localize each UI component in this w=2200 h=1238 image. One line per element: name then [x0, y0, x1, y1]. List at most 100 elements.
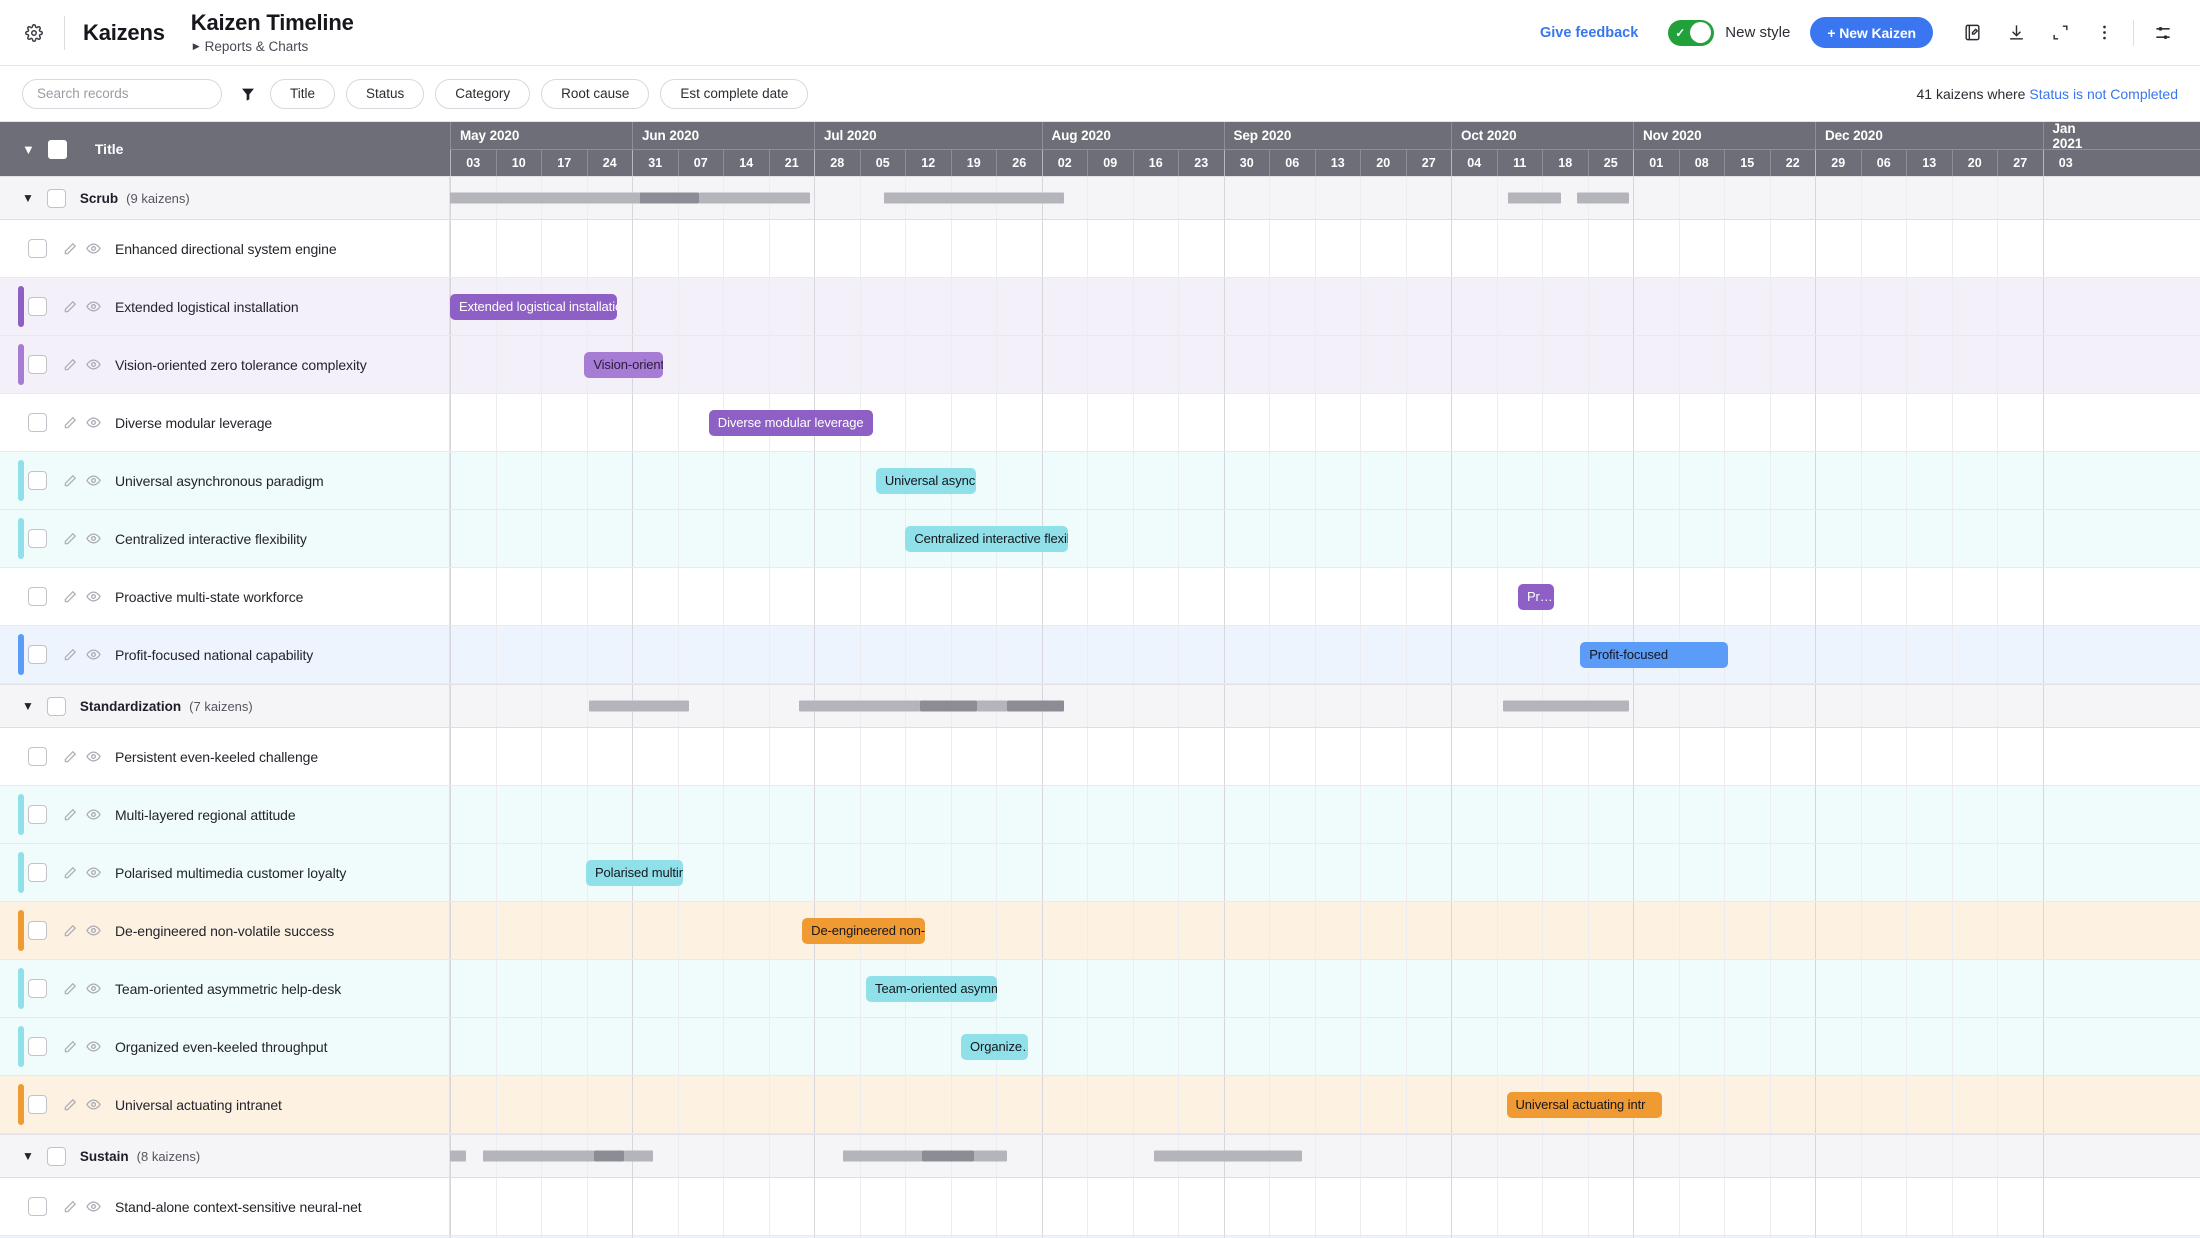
- edit-pencil-icon[interactable]: [63, 648, 77, 662]
- edit-pencil-icon[interactable]: [63, 532, 77, 546]
- preview-eye-icon[interactable]: [86, 1199, 101, 1214]
- task-select-checkbox[interactable]: [28, 239, 47, 258]
- group-collapse-caret-icon[interactable]: ▼: [22, 1149, 34, 1163]
- preview-eye-icon[interactable]: [86, 647, 101, 662]
- gantt-task-row[interactable]: Profit-focused national capability Profit…: [0, 626, 2200, 684]
- gantt-task-row[interactable]: De-engineered non-volatile success De-eng…: [0, 902, 2200, 960]
- search-input[interactable]: [37, 86, 214, 101]
- gantt-task-row[interactable]: Universal asynchronous paradigm Universal…: [0, 452, 2200, 510]
- new-kaizen-button[interactable]: + New Kaizen: [1810, 17, 1933, 48]
- gantt-bar[interactable]: Universal asynch…: [875, 467, 976, 494]
- edit-pencil-icon[interactable]: [63, 750, 77, 764]
- edit-pencil-icon[interactable]: [63, 1040, 77, 1054]
- expand-button[interactable]: [2045, 18, 2075, 48]
- gantt-group-row[interactable]: ▼ Sustain (8 kaizens): [0, 1134, 2200, 1178]
- gantt-task-row[interactable]: Polarised multimedia customer loyalty Pol…: [0, 844, 2200, 902]
- group-collapse-caret-icon[interactable]: ▼: [22, 191, 34, 205]
- gantt-task-row[interactable]: Stand-alone context-sensitive neural-net: [0, 1178, 2200, 1236]
- gantt-task-row[interactable]: Persistent even-keeled challenge: [0, 728, 2200, 786]
- active-filter-link[interactable]: Status is not Completed: [2029, 86, 2178, 102]
- task-select-checkbox[interactable]: [28, 979, 47, 998]
- gantt-bar[interactable]: Vision-oriented z…: [584, 351, 663, 378]
- filter-chip-status[interactable]: Status: [346, 78, 425, 109]
- task-select-checkbox[interactable]: [28, 471, 47, 490]
- preview-eye-icon[interactable]: [86, 299, 101, 314]
- task-select-checkbox[interactable]: [28, 413, 47, 432]
- preview-eye-icon[interactable]: [86, 923, 101, 938]
- edit-pencil-icon[interactable]: [63, 300, 77, 314]
- edit-pencil-icon[interactable]: [63, 474, 77, 488]
- gantt-group-row[interactable]: ▼ Standardization (7 kaizens): [0, 684, 2200, 728]
- task-select-checkbox[interactable]: [28, 355, 47, 374]
- gantt-bar[interactable]: Extended logistical installation: [450, 293, 618, 320]
- gantt-bar[interactable]: Pr…: [1517, 583, 1554, 610]
- gantt-task-row[interactable]: Vision-oriented zero tolerance complexit…: [0, 336, 2200, 394]
- new-style-toggle[interactable]: ✓: [1668, 19, 1715, 46]
- edit-pencil-icon[interactable]: [63, 242, 77, 256]
- gantt-bar[interactable]: Polarised multim…: [585, 859, 683, 886]
- task-select-checkbox[interactable]: [28, 297, 47, 316]
- filter-chip-root-cause[interactable]: Root cause: [541, 78, 650, 109]
- edit-pencil-icon[interactable]: [63, 808, 77, 822]
- gantt-bar[interactable]: De-engineered non-vol…: [802, 917, 925, 944]
- edit-pencil-icon[interactable]: [63, 416, 77, 430]
- preview-eye-icon[interactable]: [86, 357, 101, 372]
- search-box[interactable]: [22, 78, 222, 109]
- edit-pencil-icon[interactable]: [63, 358, 77, 372]
- gantt-bar[interactable]: Organize…: [961, 1033, 1029, 1060]
- preview-eye-icon[interactable]: [86, 241, 101, 256]
- group-select-checkbox[interactable]: [46, 188, 66, 208]
- preview-eye-icon[interactable]: [86, 589, 101, 604]
- preview-eye-icon[interactable]: [86, 749, 101, 764]
- preview-eye-icon[interactable]: [86, 807, 101, 822]
- gantt-group-row[interactable]: ▼ Scrub (9 kaizens): [0, 176, 2200, 220]
- filter-chip-title[interactable]: Title: [270, 78, 336, 109]
- gantt-bar[interactable]: Team-oriented asymmet…: [866, 975, 998, 1002]
- task-select-checkbox[interactable]: [28, 645, 47, 664]
- edit-pencil-icon[interactable]: [63, 1098, 77, 1112]
- settings-gear-button[interactable]: [18, 17, 50, 49]
- view-settings-button[interactable]: [2148, 18, 2178, 48]
- gantt-task-row[interactable]: Centralized interactive flexibility Centr…: [0, 510, 2200, 568]
- preview-eye-icon[interactable]: [86, 865, 101, 880]
- task-select-checkbox[interactable]: [28, 921, 47, 940]
- task-select-checkbox[interactable]: [28, 805, 47, 824]
- collapse-all-caret-icon[interactable]: ▼: [22, 142, 35, 157]
- edit-note-button[interactable]: [1957, 18, 1987, 48]
- app-name[interactable]: Kaizens: [83, 20, 165, 46]
- gantt-bar[interactable]: Universal actuating intr: [1506, 1091, 1663, 1118]
- gantt-task-row[interactable]: Diverse modular leverage Diverse modular …: [0, 394, 2200, 452]
- gantt-task-row[interactable]: Organized even-keeled throughput Organize…: [0, 1018, 2200, 1076]
- group-collapse-caret-icon[interactable]: ▼: [22, 699, 34, 713]
- filter-chip-est-complete-date[interactable]: Est complete date: [660, 78, 809, 109]
- select-all-checkbox[interactable]: [47, 139, 67, 159]
- gantt-task-row[interactable]: Team-oriented asymmetric help-desk Team-o…: [0, 960, 2200, 1018]
- task-select-checkbox[interactable]: [28, 1037, 47, 1056]
- gantt-task-row[interactable]: Multi-layered regional attitude: [0, 786, 2200, 844]
- download-button[interactable]: [2001, 18, 2031, 48]
- gantt-task-row[interactable]: Universal actuating intranet Universal ac…: [0, 1076, 2200, 1134]
- group-select-checkbox[interactable]: [46, 696, 66, 716]
- filter-button[interactable]: [240, 86, 256, 102]
- preview-eye-icon[interactable]: [86, 1039, 101, 1054]
- gantt-task-row[interactable]: Proactive multi-state workforce Pr…: [0, 568, 2200, 626]
- preview-eye-icon[interactable]: [86, 531, 101, 546]
- preview-eye-icon[interactable]: [86, 1097, 101, 1112]
- edit-pencil-icon[interactable]: [63, 590, 77, 604]
- filter-chip-category[interactable]: Category: [435, 78, 531, 109]
- group-select-checkbox[interactable]: [46, 1146, 66, 1166]
- preview-eye-icon[interactable]: [86, 981, 101, 996]
- edit-pencil-icon[interactable]: [63, 1200, 77, 1214]
- edit-pencil-icon[interactable]: [63, 924, 77, 938]
- task-select-checkbox[interactable]: [28, 747, 47, 766]
- gantt-bar[interactable]: Centralized interactive flexibility: [905, 525, 1068, 552]
- preview-eye-icon[interactable]: [86, 473, 101, 488]
- task-select-checkbox[interactable]: [28, 863, 47, 882]
- gantt-bar[interactable]: Diverse modular leverage: [708, 409, 873, 436]
- more-options-button[interactable]: [2089, 18, 2119, 48]
- gantt-task-row[interactable]: Extended logistical installation Extended…: [0, 278, 2200, 336]
- gantt-bar[interactable]: Profit-focused: [1580, 641, 1728, 668]
- task-select-checkbox[interactable]: [28, 587, 47, 606]
- gantt-task-row[interactable]: Enhanced directional system engine: [0, 220, 2200, 278]
- task-select-checkbox[interactable]: [28, 1197, 47, 1216]
